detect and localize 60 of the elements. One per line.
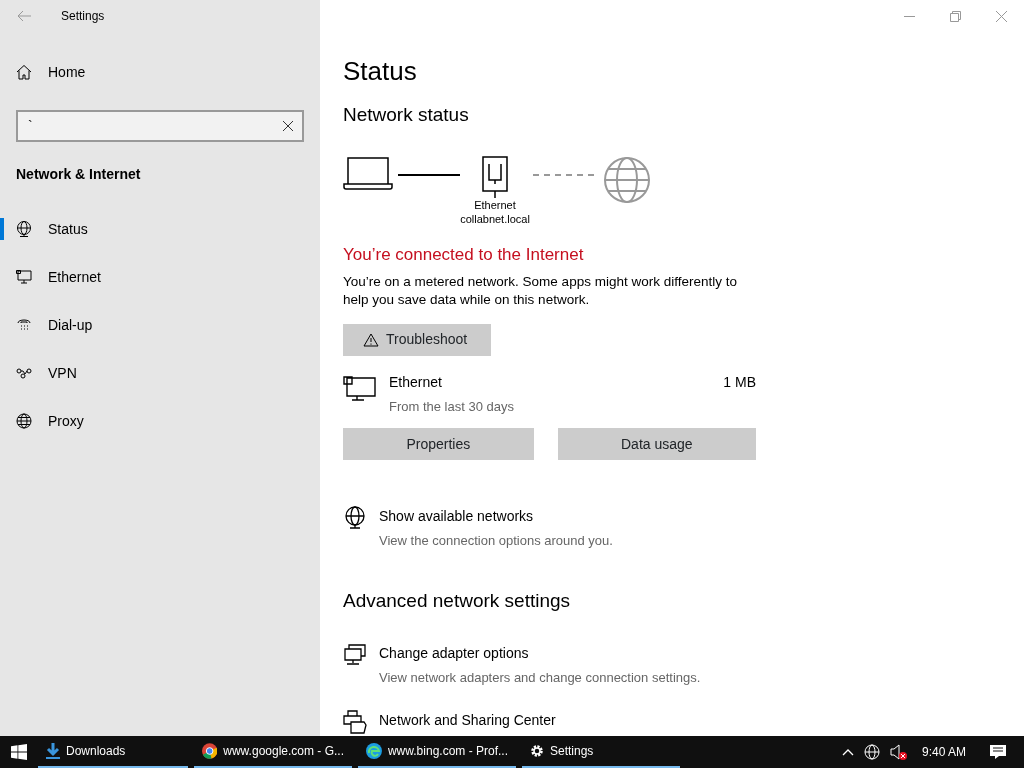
section-heading: Network & Internet	[16, 165, 142, 184]
phone-icon	[16, 317, 32, 333]
taskbar-app-button[interactable]: www.bing.com - Prof...	[358, 736, 516, 768]
page-title: Status	[343, 56, 418, 88]
dashed-connection-line	[533, 173, 595, 176]
taskbar-app-button[interactable]: www.google.com - G...	[194, 736, 352, 768]
ethernet-icon	[16, 269, 32, 285]
download-icon	[46, 743, 60, 759]
home-icon	[16, 64, 32, 80]
action-button[interactable]: Data usage	[557, 428, 756, 461]
action-button[interactable]: Properties	[343, 428, 534, 461]
settings-link[interactable]: Show available networks	[379, 506, 613, 528]
restore-icon[interactable]	[949, 10, 961, 22]
nav-item[interactable]: VPN	[0, 349, 320, 397]
home-nav-item[interactable]: Home	[0, 48, 320, 96]
settings-link[interactable]: Change adapter options	[379, 643, 701, 665]
nav-item[interactable]: Dial-up	[0, 301, 320, 349]
vpn-icon	[16, 365, 32, 381]
connection-status: You’re connected to the Internet	[343, 243, 585, 266]
adapter-name: Ethernet	[389, 372, 443, 392]
usage-period: From the last 30 days	[389, 397, 515, 416]
laptop-icon	[343, 155, 393, 190]
taskbar-app-button[interactable]: Downloads	[38, 736, 188, 768]
usage-amount: 1 MB	[723, 372, 756, 392]
settings-link[interactable]: Network and Sharing Center	[379, 709, 556, 731]
globe-icon	[603, 155, 651, 204]
browser-icon	[366, 743, 382, 759]
adapter-label: Ethernet	[474, 197, 516, 212]
domain-label: collabnet.local	[460, 212, 530, 227]
globe-monitor-icon	[16, 221, 32, 237]
ethernet-port-icon	[481, 155, 509, 198]
close-icon[interactable]	[995, 10, 1007, 22]
connection-line	[398, 173, 460, 176]
section-heading: Network status	[343, 103, 470, 128]
window-title: Settings	[61, 8, 105, 25]
browser-icon	[202, 743, 218, 759]
monitors-icon	[343, 643, 367, 668]
ethernet-icon	[343, 375, 377, 402]
section-heading: Advanced network settings	[343, 588, 572, 613]
globe-icon	[16, 413, 32, 429]
clear-icon[interactable]	[282, 120, 294, 132]
network-globe-icon[interactable]	[863, 744, 880, 760]
muted-speaker-icon[interactable]	[889, 744, 908, 760]
description: You’re on a metered network. Some apps might work differently to help you save data while on this network.	[343, 273, 738, 310]
nav-item[interactable]: Proxy	[0, 397, 320, 445]
troubleshoot-button[interactable]: Troubleshoot	[343, 323, 491, 356]
nav-item[interactable]: Status	[0, 205, 320, 253]
search-field[interactable]: `	[16, 110, 304, 142]
clock[interactable]: 9:40 AM	[921, 743, 966, 761]
globe-monitor-icon	[343, 506, 367, 531]
nav-item[interactable]: Ethernet	[0, 253, 320, 301]
link-description: View network adapters and change connection settings.	[379, 669, 701, 688]
link-description: View the connection options around you.	[379, 532, 613, 551]
chevron-up-icon[interactable]	[841, 748, 854, 756]
warning-icon	[363, 332, 379, 347]
minimize-icon[interactable]	[903, 15, 915, 17]
gear-icon	[530, 744, 544, 758]
taskbar-app-button[interactable]: Settings	[522, 736, 680, 768]
windows-start-icon[interactable]	[11, 744, 27, 760]
notification-icon[interactable]	[990, 744, 1006, 760]
